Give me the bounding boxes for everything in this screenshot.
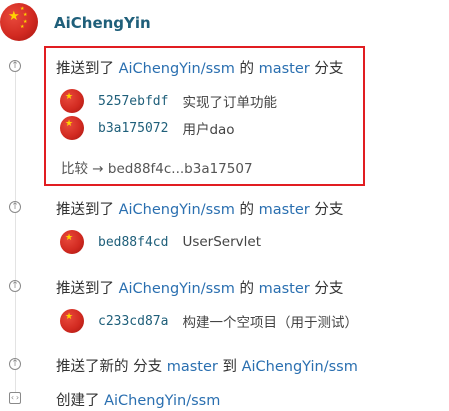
timeline-rail [15,64,16,404]
commit-row: ★ c233cd87a 构建一个空项目（用于测试） [60,309,358,333]
arrow-up-circle-icon: ↑ [9,201,21,213]
highlight-frame [44,46,365,186]
commit-avatar[interactable]: ★ [60,230,84,254]
repo-link[interactable]: AiChengYin/ssm [242,359,358,375]
branch-link[interactable]: master [167,359,218,375]
repo-link[interactable]: AiChengYin/ssm [119,202,235,218]
commit-sha-link[interactable]: bed88f4cd [98,235,168,250]
branch-link[interactable]: master [259,281,310,297]
event-title: 推送到了 AiChengYin/ssm 的 master 分支 [56,281,344,297]
repo-link[interactable]: AiChengYin/ssm [119,281,235,297]
commit-row: ★ bed88f4cd UserServlet [60,230,261,254]
arrow-up-circle-icon: ↑ [9,280,21,292]
event-title: 推送了新的 分支 master 到 AiChengYin/ssm [56,359,358,375]
arrow-up-circle-icon: ↑ [9,358,21,370]
commit-sha-link[interactable]: c233cd87a [98,314,168,329]
event-title: 推送到了 AiChengYin/ssm 的 master 分支 [56,202,344,218]
event-title: 创建了 AiChengYin/ssm [56,393,221,409]
commit-message: 构建一个空项目（用于测试） [182,315,358,331]
code-icon: ‹› [9,392,21,404]
user-avatar[interactable]: ★ ★ ★ ★ ★ [0,3,38,41]
commit-message: UserServlet [182,234,261,250]
commit-avatar[interactable]: ★ [60,309,84,333]
repo-link[interactable]: AiChengYin/ssm [104,393,220,409]
branch-link[interactable]: master [259,202,310,218]
username-link[interactable]: AiChengYin [54,14,151,32]
arrow-up-circle-icon: ↑ [9,60,21,72]
